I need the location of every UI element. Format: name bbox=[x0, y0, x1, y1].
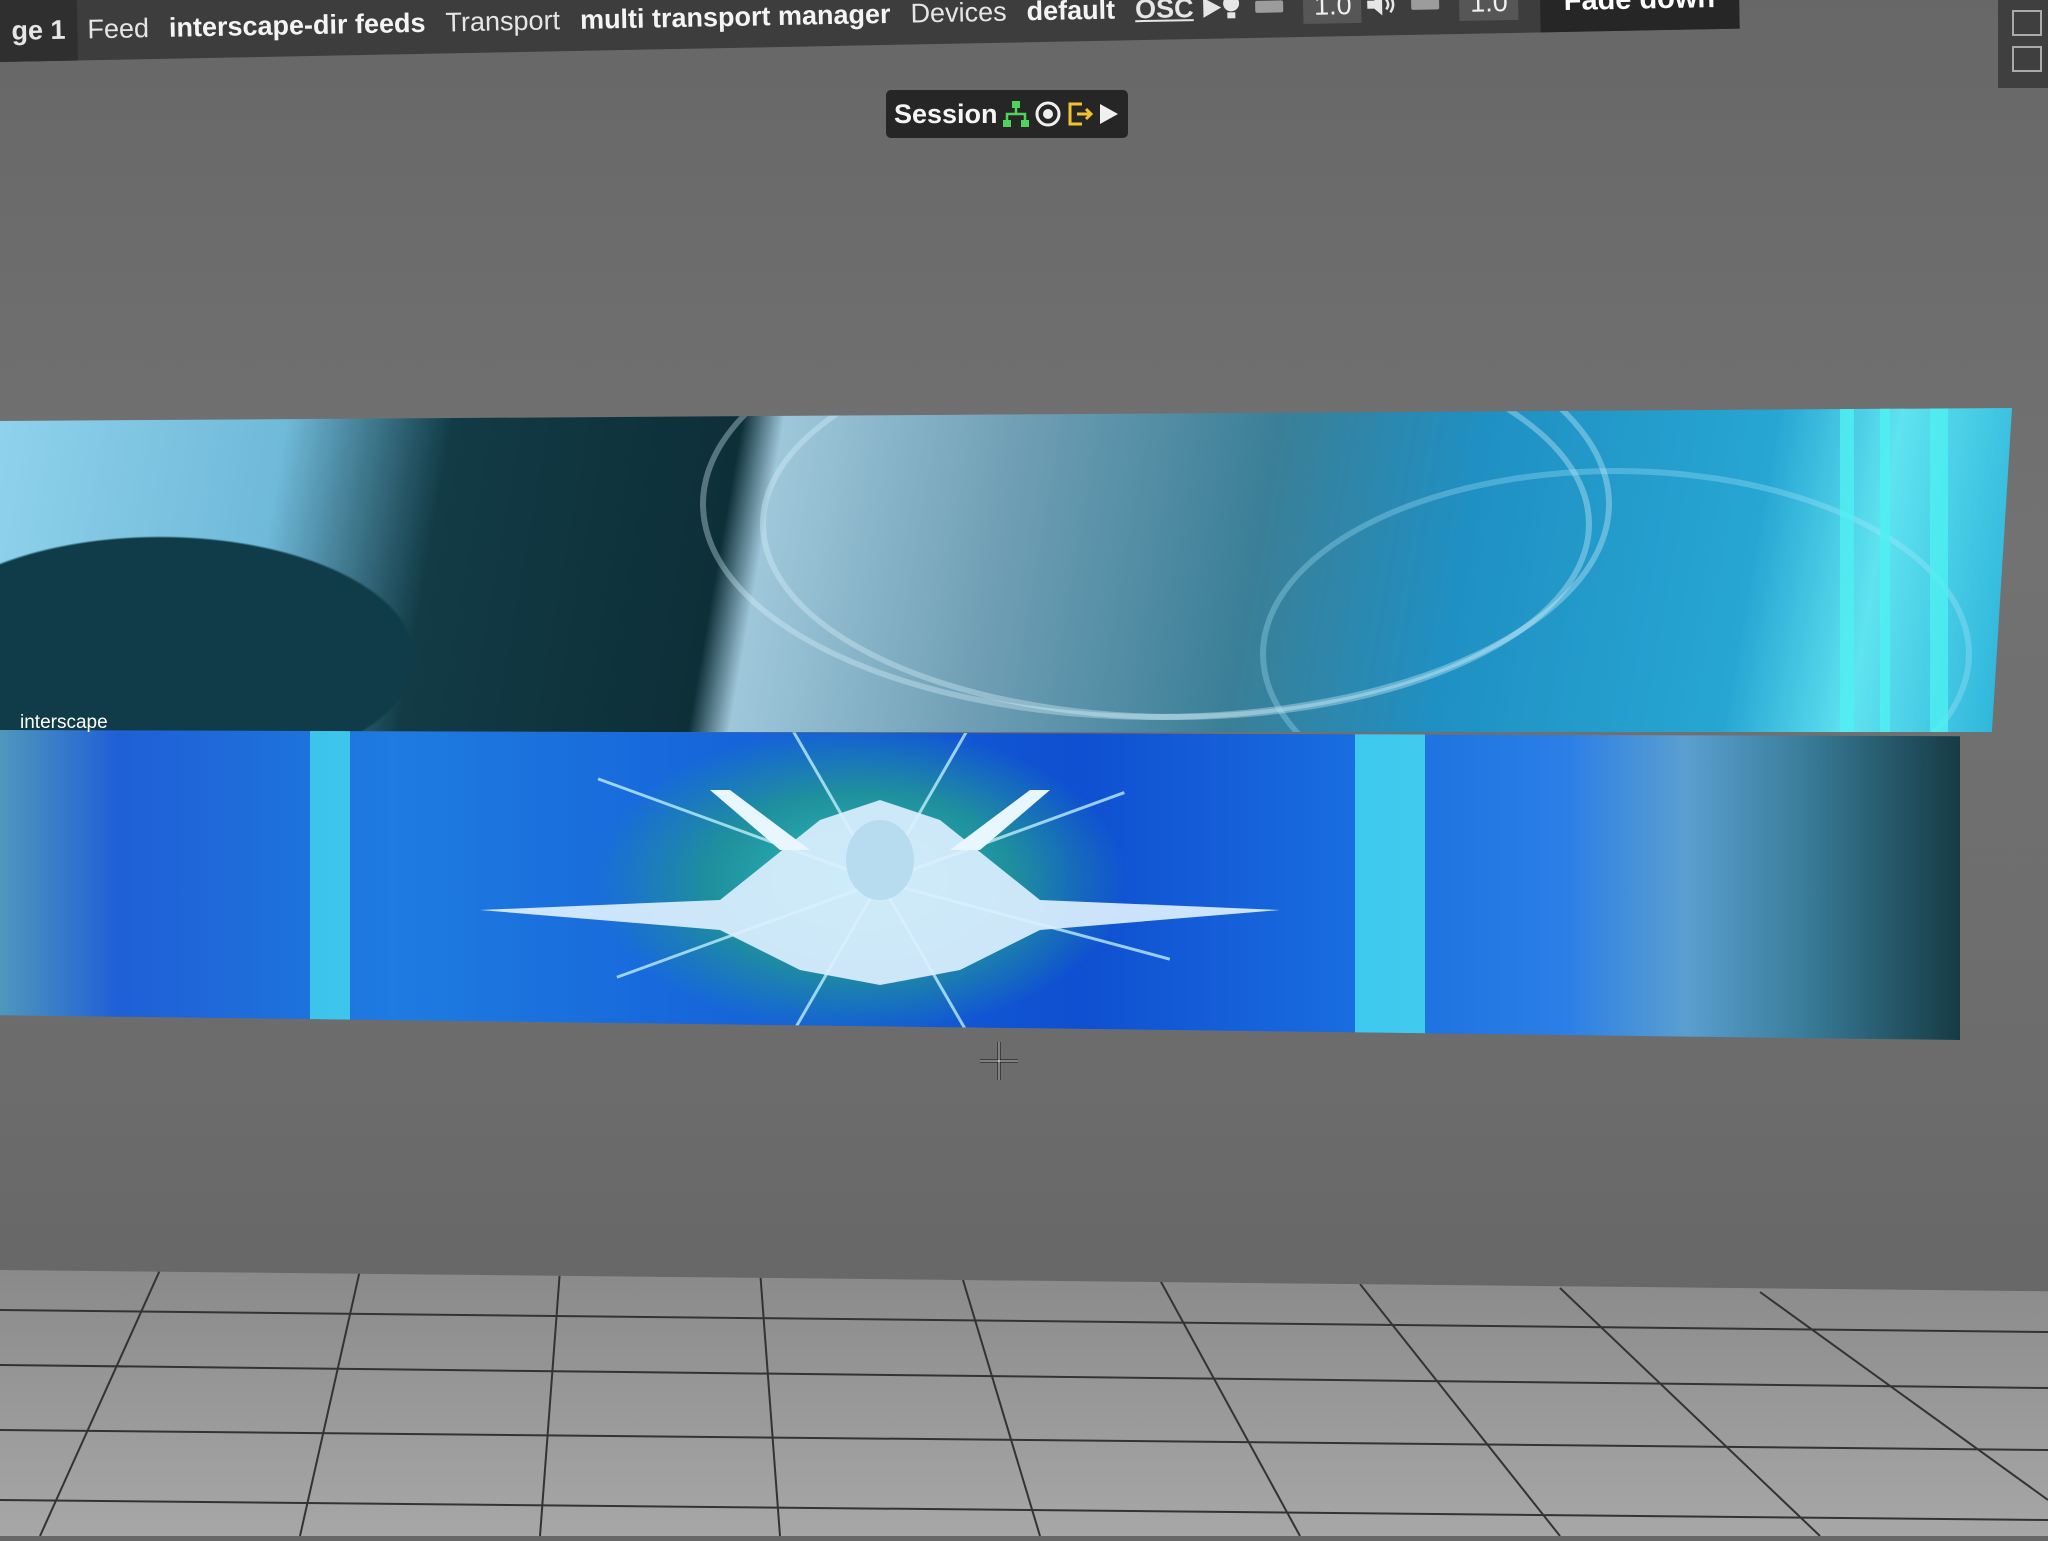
network-icon[interactable] bbox=[1002, 97, 1030, 131]
export-icon[interactable] bbox=[1066, 97, 1094, 131]
jet-graphic bbox=[480, 790, 1280, 985]
video-strip-bottom bbox=[0, 730, 1960, 1040]
target-icon[interactable] bbox=[1034, 97, 1062, 131]
bulb-icon bbox=[1221, 0, 1242, 28]
light-ring bbox=[1880, 408, 1890, 732]
light-ring bbox=[310, 730, 350, 1040]
play-icon[interactable] bbox=[1098, 97, 1120, 131]
menu-transport[interactable]: Transport bbox=[435, 5, 570, 39]
light-ring bbox=[1840, 408, 1854, 732]
light-ring bbox=[1355, 730, 1425, 1040]
menu-interscape-dir-feeds[interactable]: interscape-dir feeds bbox=[159, 7, 436, 43]
brightness-value-field[interactable]: 1.0 bbox=[1302, 0, 1362, 24]
menu-devices[interactable]: Devices bbox=[900, 0, 1017, 29]
session-label: Session bbox=[894, 98, 998, 129]
panel-toggle[interactable] bbox=[2012, 46, 2042, 72]
strip-label: interscape bbox=[20, 712, 108, 733]
fade-down-button[interactable]: Fade down bbox=[1539, 0, 1740, 33]
top-toolbar: ge 1 Feed interscape-dir feeds Transport… bbox=[0, 0, 1740, 63]
panel-toggle[interactable] bbox=[2012, 10, 2042, 36]
crosshair-cursor bbox=[980, 1042, 1018, 1080]
menu-default[interactable]: default bbox=[1016, 0, 1125, 27]
menu-feed[interactable]: Feed bbox=[77, 12, 159, 45]
video-strip-top bbox=[0, 408, 2012, 732]
menu-osc[interactable]: OSC bbox=[1125, 0, 1204, 25]
page-tab[interactable]: ge 1 bbox=[0, 0, 79, 63]
grid-lines bbox=[0, 1270, 2048, 1536]
session-panel: Session bbox=[886, 90, 1128, 138]
play-icon[interactable] bbox=[1203, 0, 1222, 28]
floor-grid bbox=[0, 1270, 2048, 1536]
volume-value-field[interactable]: 1.0 bbox=[1458, 0, 1519, 21]
volume-slider[interactable] bbox=[1411, 0, 1440, 10]
speaker-icon bbox=[1367, 0, 1398, 25]
menu-multi-transport-manager[interactable]: multi transport manager bbox=[570, 0, 901, 36]
brightness-slider[interactable] bbox=[1255, 0, 1284, 13]
light-ring bbox=[1930, 408, 1948, 732]
side-panel-stub bbox=[1998, 0, 2048, 88]
